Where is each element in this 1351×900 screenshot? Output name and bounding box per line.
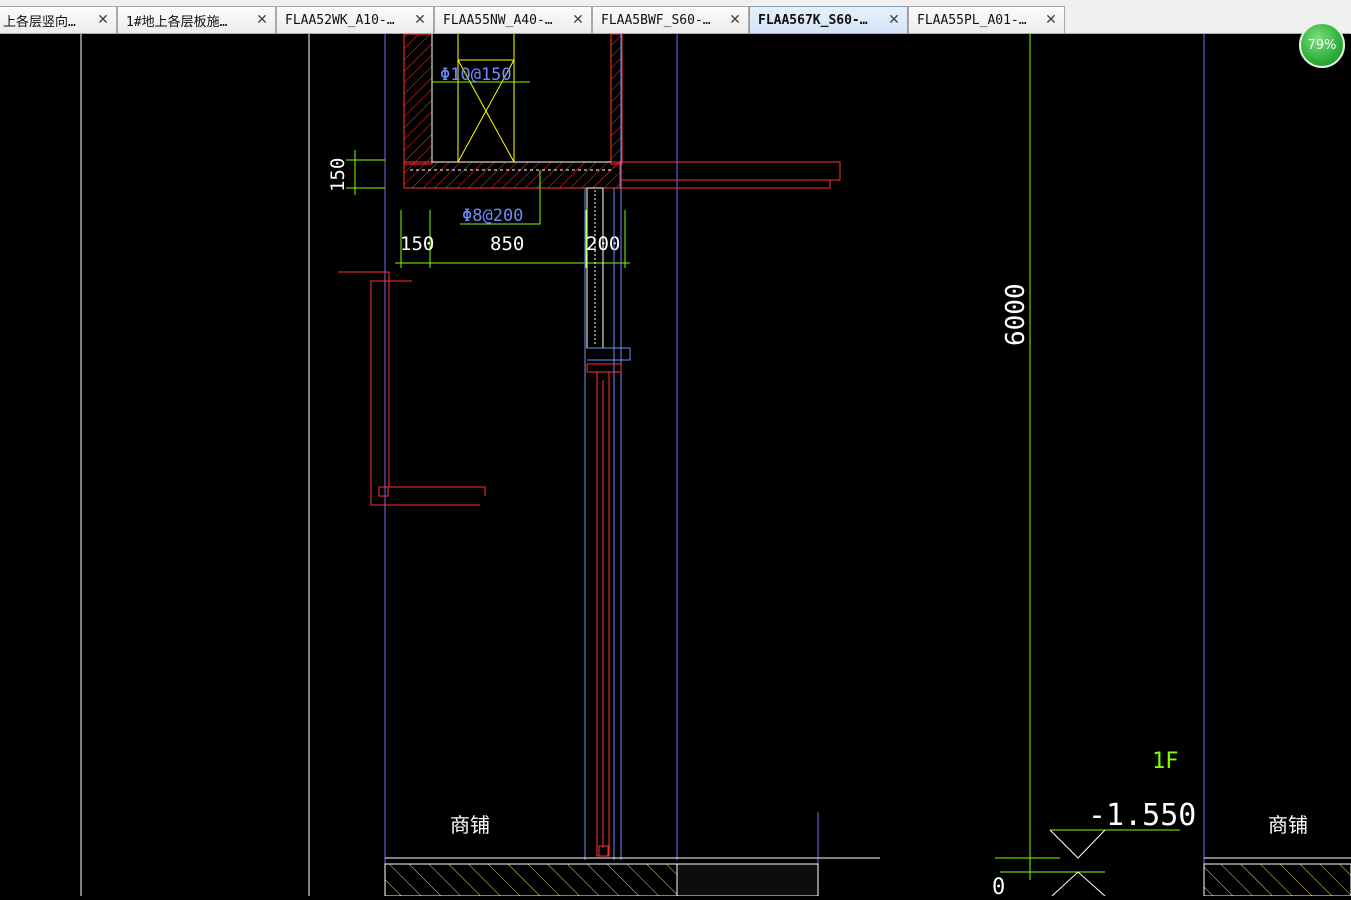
floor-label: 1F xyxy=(1152,749,1179,774)
elevation-value: -1.550 xyxy=(1088,798,1196,833)
room-label-right: 商铺 xyxy=(1268,813,1308,837)
tab-3[interactable]: FLAA52WK_A10-… ✕ xyxy=(276,6,434,33)
tab-7[interactable]: FLAA55PL_A01-… ✕ xyxy=(908,6,1065,33)
tab-5-label: FLAA5BWF_S60-… xyxy=(601,12,711,28)
tab-7-label: FLAA55PL_A01-… xyxy=(917,12,1027,28)
close-icon[interactable]: ✕ xyxy=(413,12,427,28)
elevation-marker xyxy=(1049,829,1180,897)
rebar-label-lower: Φ8@200 xyxy=(462,206,523,226)
tab-6-active[interactable]: FLAA567K_S60-… ✕ xyxy=(749,6,908,33)
room-label-left: 商铺 xyxy=(450,813,490,837)
tab-4[interactable]: FLAA55NW_A40-… ✕ xyxy=(434,6,592,33)
close-icon[interactable]: ✕ xyxy=(728,12,742,28)
close-icon[interactable]: ✕ xyxy=(1044,12,1058,28)
window-section xyxy=(584,34,631,860)
detail-outline xyxy=(338,271,486,506)
close-icon[interactable]: ✕ xyxy=(887,12,901,28)
close-icon[interactable]: ✕ xyxy=(96,12,110,28)
tab-5[interactable]: FLAA5BWF_S60-… ✕ xyxy=(592,6,749,33)
rebar-label-upper: Φ10@150 xyxy=(440,65,512,85)
cad-drawing: Φ10@150 Φ8@200 150 150 850 200 6000 1F -… xyxy=(80,33,1351,900)
tab-6-label: FLAA567K_S60-… xyxy=(758,12,868,28)
tab-1[interactable]: 上各层竖向… ✕ xyxy=(0,6,117,33)
partial-dim-text: 0 xyxy=(992,875,1005,896)
dim-850: 850 xyxy=(490,233,524,255)
drawing-canvas[interactable]: Φ10@150 Φ8@200 150 150 850 200 6000 1F -… xyxy=(0,33,1351,900)
floor-slab xyxy=(384,857,1351,897)
tab-2[interactable]: 1#地上各层板施… ✕ xyxy=(117,6,276,33)
close-icon[interactable]: ✕ xyxy=(571,12,585,28)
dim-6000: 6000 xyxy=(1001,283,1031,346)
zoom-indicator[interactable]: 79% xyxy=(1299,22,1345,68)
document-tab-bar: 上各层竖向… ✕ 1#地上各层板施… ✕ FLAA52WK_A10-… ✕ FL… xyxy=(0,0,1351,34)
dim-150: 150 xyxy=(400,233,434,255)
close-icon[interactable]: ✕ xyxy=(255,12,269,28)
tab-2-label: 1#地上各层板施… xyxy=(126,14,228,30)
tab-3-label: FLAA52WK_A10-… xyxy=(285,12,395,28)
beam-section xyxy=(403,33,841,189)
dim-150-vertical: 150 xyxy=(327,158,349,192)
tab-1-label: 上各层竖向… xyxy=(3,14,76,30)
dimension-lines xyxy=(346,34,1105,880)
tab-4-label: FLAA55NW_A40-… xyxy=(443,12,553,28)
